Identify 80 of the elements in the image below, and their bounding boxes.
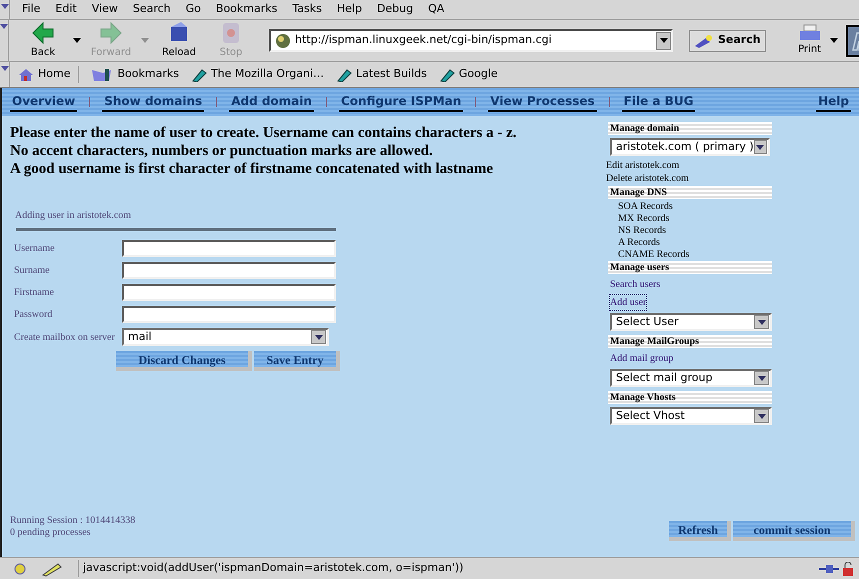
dropdown[interactable]: Select Vhost xyxy=(610,407,772,425)
instruction-text: Please enter the name of user to create. Username can contains characters a - z. xyxy=(10,124,518,142)
toolbar-button[interactable]: Back xyxy=(21,21,65,60)
input-field[interactable] xyxy=(122,284,336,301)
toolbar-grip[interactable] xyxy=(0,0,10,19)
menu-item[interactable]: QA xyxy=(428,1,444,18)
menu-item[interactable]: Bookmarks xyxy=(216,1,278,18)
forward-arrow-icon xyxy=(99,21,123,45)
form-button[interactable]: Save Entry xyxy=(254,351,340,371)
dropdown[interactable]: aristotek.com ( primary ) xyxy=(610,138,770,156)
search-button[interactable]: Search xyxy=(689,30,766,52)
bookmark-icon xyxy=(336,68,352,82)
menu-item[interactable]: Search xyxy=(132,1,171,18)
caret-icon xyxy=(0,66,8,71)
bookmark-link[interactable]: Google xyxy=(458,66,498,83)
menu-item[interactable]: Edit xyxy=(55,1,77,18)
sidebar-link[interactable]: Search users xyxy=(610,277,660,292)
globe-icon xyxy=(275,32,291,48)
input-field[interactable] xyxy=(122,240,336,257)
status-text: javascript:void(addUser('ispmanDomain=aristotek.com, o=ispman')) xyxy=(78,560,718,577)
menu-item[interactable]: Debug xyxy=(376,1,414,18)
bookmark-link[interactable]: Bookmarks xyxy=(117,66,179,83)
bookmark-link[interactable]: Home xyxy=(38,66,70,83)
instruction-text: No accent characters, numbers or punctuation marks are allowed. xyxy=(10,142,434,160)
domain-link[interactable]: Edit aristotek.com xyxy=(606,161,772,171)
bookmark-folder-icon xyxy=(91,68,114,82)
menu-item[interactable]: View xyxy=(92,1,118,18)
pen-icon[interactable] xyxy=(40,560,64,576)
footer-button[interactable]: commit session xyxy=(733,521,855,541)
dns-link[interactable]: A Records xyxy=(618,238,772,247)
field-label: Username xyxy=(14,242,56,256)
section-header: Manage MailGroups xyxy=(608,335,772,348)
caret-icon xyxy=(0,24,8,29)
menu-item[interactable]: File xyxy=(22,1,40,18)
dns-link[interactable]: SOA Records xyxy=(618,202,772,211)
form-caption: Adding user in aristotek.com xyxy=(15,209,132,223)
session-info: 0 pending processes xyxy=(10,527,92,539)
toolbar-grip[interactable] xyxy=(0,20,9,61)
url-field[interactable]: http://ispman.linuxgeek.net/cgi-bin/ispman.cgi xyxy=(269,29,673,52)
toolbar-grip[interactable] xyxy=(0,62,10,87)
print-button[interactable]: Print xyxy=(798,24,822,57)
dropdown[interactable]: mail xyxy=(122,328,329,346)
input-field[interactable] xyxy=(122,262,336,279)
field-label: Password xyxy=(14,308,54,322)
printer-icon xyxy=(798,24,822,42)
bookmark-icon xyxy=(438,68,455,82)
caret-icon xyxy=(830,38,838,43)
field-label: Surname xyxy=(14,264,51,278)
padlock-icon xyxy=(841,562,855,576)
bookmark-link[interactable]: Latest Builds xyxy=(356,66,427,83)
footer-button[interactable]: Refresh xyxy=(669,521,731,541)
dropdown[interactable]: Select User xyxy=(610,313,772,331)
menu-item[interactable]: Go xyxy=(186,1,201,18)
input-field[interactable] xyxy=(122,306,336,323)
session-info: Running Session : 1014414338 xyxy=(10,515,136,527)
field-label: Firstname xyxy=(14,286,55,300)
caret-icon xyxy=(0,4,8,9)
section-header: Manage Vhosts xyxy=(608,391,772,404)
section-header: Manage DNS xyxy=(608,186,772,199)
dns-link[interactable]: MX Records xyxy=(618,214,772,223)
menu-item[interactable]: Help xyxy=(336,1,362,18)
section-header: Manage domain xyxy=(608,122,772,135)
domain-link[interactable]: Delete aristotek.com xyxy=(606,174,772,184)
sidebar-link[interactable]: Add mail group xyxy=(610,351,674,366)
form-button[interactable]: Discard Changes xyxy=(116,351,252,371)
house-icon xyxy=(18,68,34,82)
bookmark-link[interactable]: The Mozilla Organi… xyxy=(210,66,324,83)
flashlight-icon xyxy=(694,34,714,48)
caret-icon xyxy=(660,38,668,43)
field-label: Create mailbox on server xyxy=(14,330,116,344)
dropdown[interactable]: Select mail group xyxy=(610,369,772,387)
bookmark-icon xyxy=(190,68,207,82)
dns-link[interactable]: NS Records xyxy=(618,226,772,235)
section-header: Manage users xyxy=(608,261,772,274)
menu-item[interactable]: Tasks xyxy=(292,1,322,18)
sidebar-link[interactable]: Add user xyxy=(610,295,646,310)
instruction-text: A good username is first character of firstname concatenated with lastname xyxy=(10,160,494,178)
toolbar-button[interactable]: Reload xyxy=(157,21,201,60)
dns-link[interactable]: CNAME Records xyxy=(618,250,772,259)
back-arrow-icon xyxy=(31,21,55,45)
